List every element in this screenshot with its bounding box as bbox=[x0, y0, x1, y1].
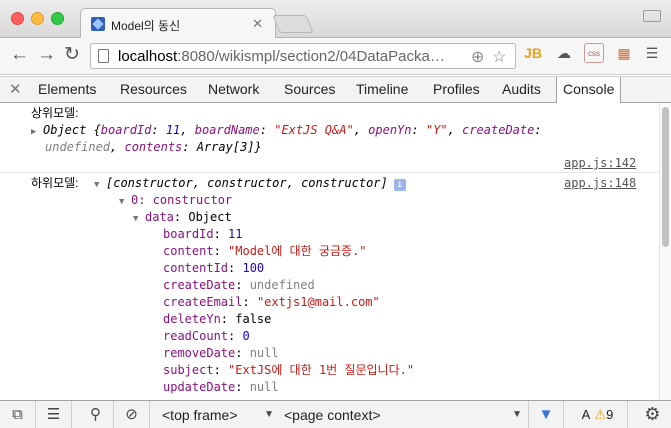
address-bar[interactable]: localhost:8080/wikismpl/section2/04DataP… bbox=[90, 43, 516, 69]
devtools-tabbar: ✕ Elements Resources Network Sources Tim… bbox=[0, 76, 671, 103]
devtools-close-icon[interactable]: ✕ bbox=[9, 80, 22, 98]
bookmark-star-icon[interactable]: ☆ bbox=[492, 47, 506, 67]
fullscreen-icon[interactable] bbox=[643, 10, 661, 22]
minimize-window-button[interactable] bbox=[31, 12, 44, 25]
tab-sources[interactable]: Sources bbox=[284, 81, 335, 97]
property-row: deleteYn: false bbox=[163, 312, 272, 326]
drawer-icon[interactable]: ☰ bbox=[36, 401, 72, 428]
tab-close-icon[interactable]: ✕ bbox=[252, 16, 263, 32]
info-icon[interactable]: i bbox=[393, 179, 406, 191]
console-scrollbar[interactable] bbox=[659, 103, 671, 400]
zoom-window-button[interactable] bbox=[51, 12, 64, 25]
warnings-counter[interactable]: A ⚠9 bbox=[568, 401, 628, 428]
url-text[interactable]: localhost:8080/wikismpl/section2/04DataP… bbox=[118, 48, 445, 65]
collapse-triangle-icon[interactable]: ▼ bbox=[133, 211, 145, 228]
window-titlebar: Model의 동신 ✕ bbox=[0, 0, 671, 39]
browser-tab[interactable]: Model의 동신 ✕ bbox=[80, 8, 276, 39]
tab-resources[interactable]: Resources bbox=[120, 81, 187, 97]
context-select[interactable]: <page context> ▼ bbox=[284, 405, 522, 425]
new-tab-button[interactable] bbox=[272, 15, 314, 33]
devtools-statusbar: ⧉ ☰ ⚲ ⊘ <top frame> ▼ <page context> ▼ ▼ A… bbox=[0, 400, 671, 428]
expand-triangle-icon[interactable]: ▶ bbox=[31, 124, 43, 141]
warning-icon: ⚠ bbox=[594, 407, 607, 422]
page-icon bbox=[98, 49, 109, 63]
property-row: createEmail: "extjs1@mail.com" bbox=[163, 295, 380, 309]
property-row: createDate: undefined bbox=[163, 278, 315, 292]
forward-arrow-icon[interactable]: → bbox=[37, 44, 56, 66]
property-row: subject: "ExtJS에 대한 1번 질문입니다." bbox=[163, 363, 415, 377]
tab-audits[interactable]: Audits bbox=[502, 81, 541, 97]
scroll-thumb[interactable] bbox=[662, 107, 669, 247]
extension-css-icon[interactable]: css bbox=[584, 43, 604, 63]
clear-console-icon[interactable]: ⊘ bbox=[114, 401, 150, 428]
property-row: contentId: 100 bbox=[163, 261, 265, 275]
property-row: updateDate: null bbox=[163, 380, 279, 394]
dock-icon[interactable]: ⧉ bbox=[0, 401, 36, 428]
extension-jb-icon[interactable]: JB bbox=[523, 43, 543, 63]
console-separator bbox=[0, 172, 659, 173]
search-icon[interactable]: ⚲ bbox=[78, 401, 114, 428]
property-row: content: "Model에 대한 궁금증." bbox=[163, 244, 367, 258]
property-row: removeDate: null bbox=[163, 346, 279, 360]
tab-elements[interactable]: Elements bbox=[38, 81, 96, 97]
close-window-button[interactable] bbox=[11, 12, 24, 25]
collapse-triangle-icon[interactable]: ▼ bbox=[94, 177, 106, 194]
search-icon[interactable]: ⊕ bbox=[471, 47, 484, 67]
tab-title: Model의 동신 bbox=[111, 19, 181, 33]
parent-object-line2: undefined, contents: Array[3]} bbox=[45, 140, 262, 154]
menu-icon[interactable]: ☰ bbox=[642, 43, 662, 63]
source-link-148[interactable]: app.js:148 bbox=[564, 175, 636, 192]
favicon-icon bbox=[91, 17, 105, 31]
reload-icon[interactable]: ↻ bbox=[64, 44, 80, 66]
tab-network[interactable]: Network bbox=[208, 81, 259, 97]
extension-calendar-icon[interactable]: ▦ bbox=[614, 43, 634, 63]
source-link-142[interactable]: app.js:142 bbox=[564, 155, 636, 172]
console-panel: 상위모델: ▶ Object {boardId: 11, boardName: "… bbox=[0, 103, 659, 400]
settings-gear-icon[interactable]: ⚙ bbox=[634, 401, 671, 428]
extension-evernote-icon[interactable]: ☁ bbox=[554, 43, 574, 63]
collapse-triangle-icon[interactable]: ▼ bbox=[119, 194, 131, 211]
property-row: boardId: 11 bbox=[163, 227, 243, 241]
child-model-label: 하위모델: bbox=[31, 176, 79, 190]
tab-timeline[interactable]: Timeline bbox=[356, 81, 408, 97]
tab-console[interactable]: Console bbox=[556, 77, 622, 103]
frame-select[interactable]: <top frame> ▼ bbox=[162, 405, 274, 425]
back-arrow-icon[interactable]: ← bbox=[10, 44, 29, 66]
filter-icon[interactable]: ▼ bbox=[528, 401, 564, 428]
parent-model-label: 상위모델: bbox=[31, 106, 79, 120]
tab-profiles[interactable]: Profiles bbox=[433, 81, 480, 97]
property-row: readCount: 0 bbox=[163, 329, 250, 343]
